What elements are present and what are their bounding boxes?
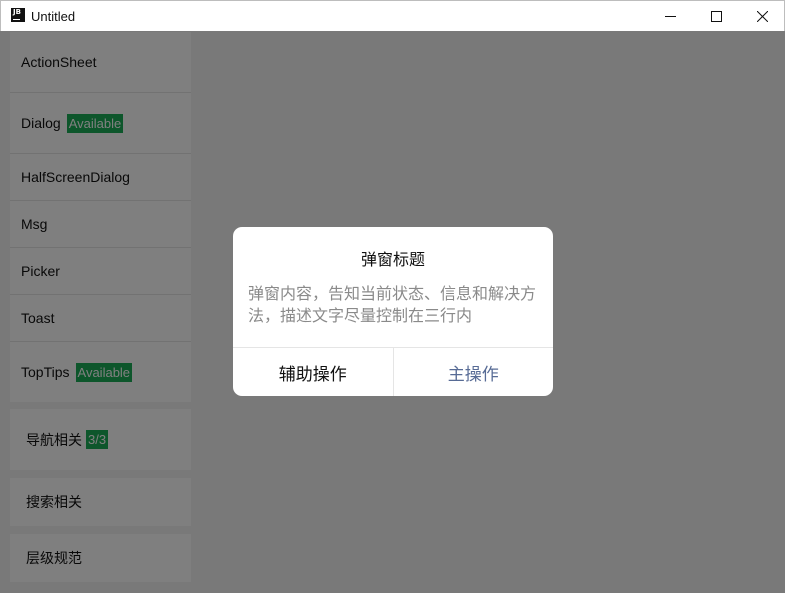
maximize-icon (710, 10, 722, 22)
app-content: ActionSheet Dialog Available HalfScreenD… (0, 31, 785, 593)
dialog-actions: 辅助操作 主操作 (233, 347, 553, 396)
dialog: 弹窗标题 弹窗内容，告知当前状态、信息和解决方法，描述文字尽量控制在三行内 辅助… (233, 227, 553, 396)
maximize-button[interactable] (693, 1, 739, 31)
minimize-icon (664, 15, 676, 17)
window-titlebar: JB Untitled (0, 0, 785, 31)
dialog-title: 弹窗标题 (360, 252, 425, 269)
close-icon (756, 10, 768, 22)
dialog-body: 弹窗内容，告知当前状态、信息和解决方法，描述文字尽量控制在三行内 (248, 286, 537, 325)
app-icon: JB (11, 8, 25, 22)
window-title: Untitled (31, 9, 76, 24)
secondary-action-button[interactable]: 辅助操作 (233, 348, 393, 396)
minimize-button[interactable] (647, 1, 693, 31)
close-button[interactable] (739, 1, 785, 31)
primary-action-button[interactable]: 主操作 (392, 348, 554, 396)
